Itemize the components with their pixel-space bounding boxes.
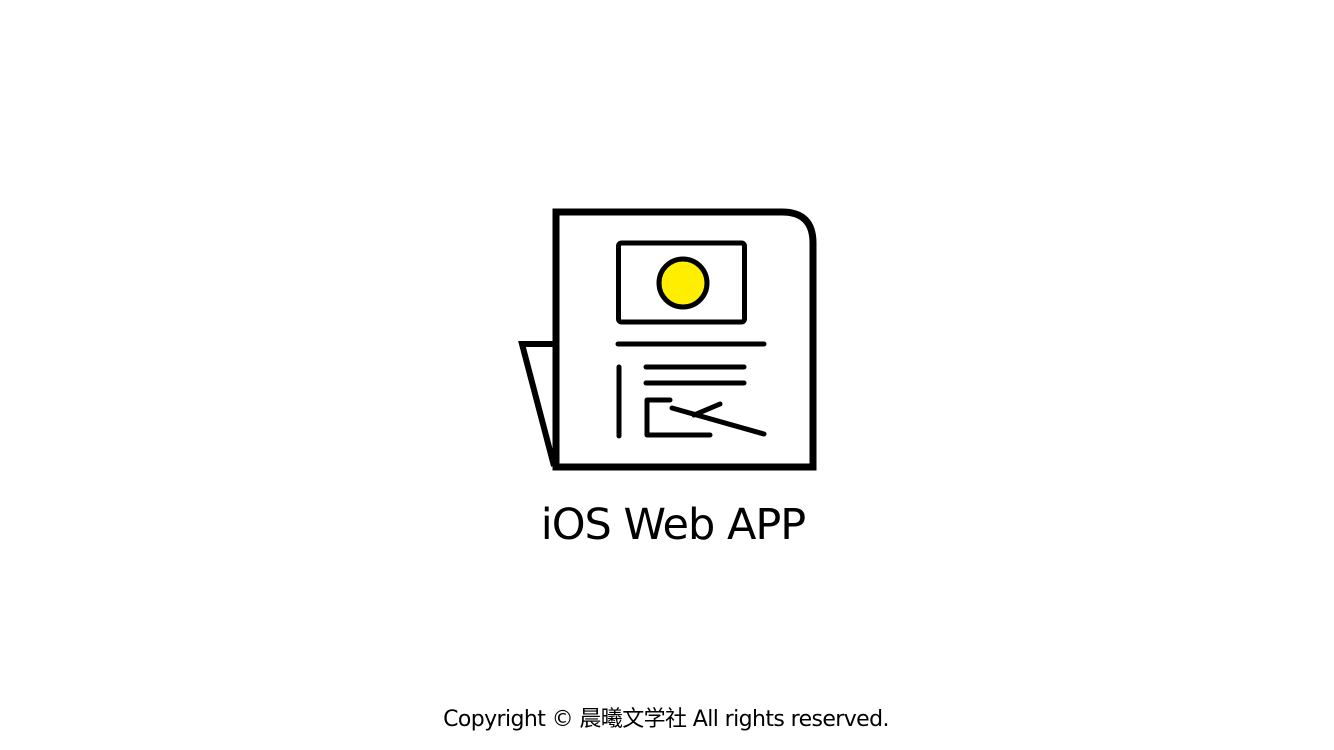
logo-sheet — [552, 208, 817, 471]
newspaper-sun-logo-icon — [518, 208, 817, 471]
copyright-notice: Copyright © 晨曦文学社 All rights reserved. — [443, 707, 889, 732]
logo-sun — [656, 256, 710, 310]
logo-folded-page — [518, 341, 557, 467]
splash-screen: iOS Web APP Copyright © 晨曦文学社 All rights… — [0, 0, 1334, 750]
app-title: iOS Web APP — [540, 500, 806, 550]
